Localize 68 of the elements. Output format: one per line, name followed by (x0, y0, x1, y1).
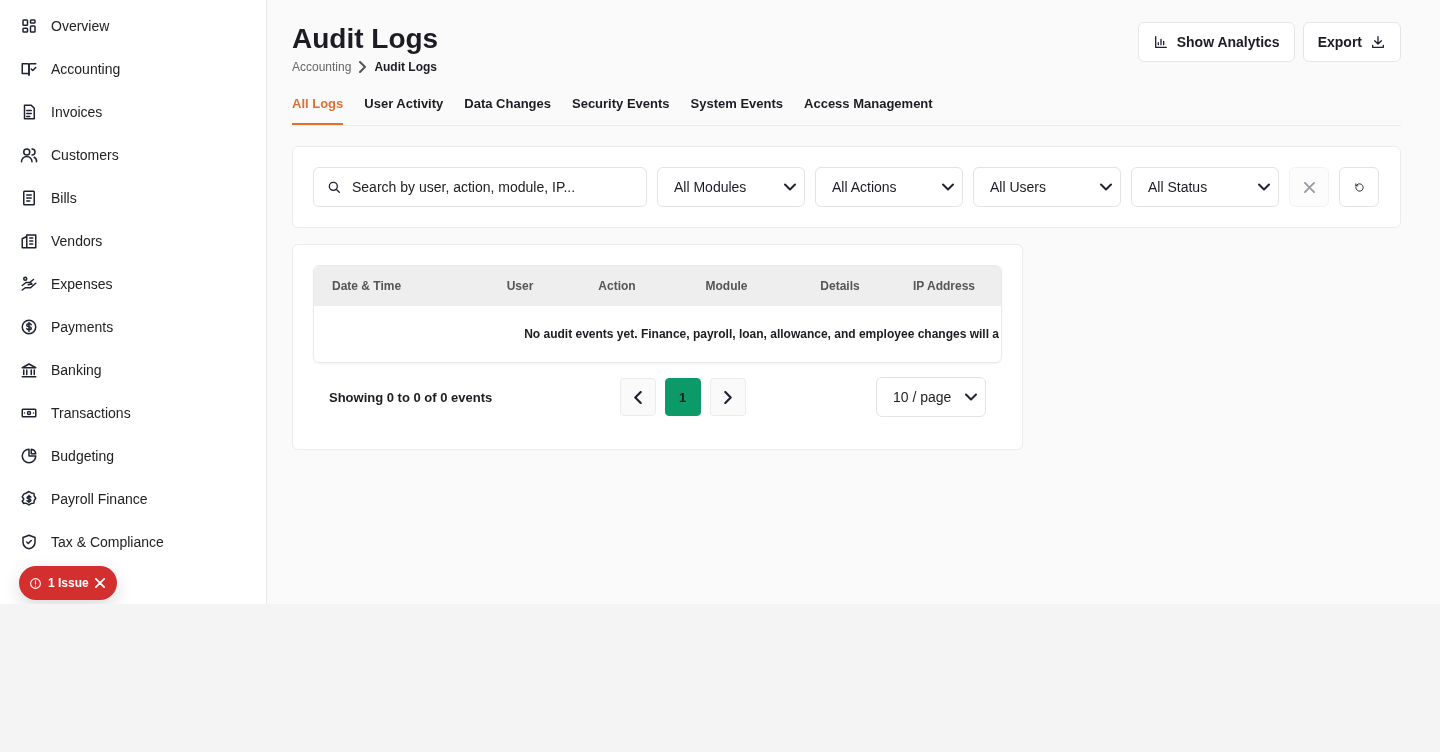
sidebar-item[interactable]: Banking (20, 348, 102, 391)
sidebar-item[interactable]: Overview (20, 4, 110, 47)
download-icon (1370, 34, 1386, 50)
users-icon (20, 145, 38, 164)
filter-dropdown[interactable]: All Modules (657, 167, 805, 207)
filter-dropdown[interactable]: All Users (973, 167, 1121, 207)
shield-check-icon (20, 532, 38, 551)
column-header: Details (819, 279, 861, 293)
export-button[interactable]: Export (1302, 22, 1401, 62)
page-button[interactable]: 1 (664, 378, 701, 416)
filter-dropdown[interactable]: All Actions (815, 167, 963, 207)
sidebar-item[interactable]: Accounting (20, 47, 121, 90)
bar-chart-icon (1152, 34, 1169, 50)
dollar-badge-icon (20, 489, 38, 508)
tab[interactable]: User Activity (364, 96, 444, 125)
chevron-down-icon (942, 183, 954, 191)
chevron-down-icon (1258, 183, 1270, 191)
search-input[interactable]: Search by user, action, module, IP... (350, 178, 634, 196)
sidebar-item[interactable]: Customers (20, 133, 119, 176)
empty-message: No audit events yet. Finance, payroll, loan, allowance, and employee changes will a (524, 327, 999, 341)
next-page-button[interactable] (709, 378, 746, 416)
chevron-down-icon (1100, 183, 1112, 191)
tab[interactable]: Access Management (804, 96, 933, 125)
column-header: Date & Time (331, 279, 403, 293)
pie-chart-icon (20, 446, 38, 465)
sidebar-item[interactable]: Invoices (20, 90, 103, 133)
chevron-right-icon (359, 61, 367, 73)
column-header: Action (597, 279, 637, 293)
receipt-icon (20, 188, 38, 207)
search-field[interactable]: Search by user, action, module, IP... (313, 167, 647, 207)
tab[interactable]: Data Changes (464, 96, 551, 125)
sidebar-item[interactable]: Vendors (20, 219, 103, 262)
page-title: Audit Logs (292, 22, 439, 56)
hand-coin-icon (20, 274, 38, 293)
alert-icon (29, 576, 42, 590)
breadcrumb-item: Audit Logs (374, 60, 438, 74)
column-header: User (505, 279, 535, 293)
close-icon (1303, 181, 1315, 193)
bank-icon (20, 360, 38, 379)
filter-dropdown[interactable]: All Status (1131, 167, 1279, 207)
column-header: Module (704, 279, 749, 293)
analytics-button[interactable]: Show Analytics (1137, 22, 1295, 62)
close-icon (94, 578, 105, 588)
chevron-left-icon (633, 390, 642, 404)
sidebar-item[interactable]: Budgeting (20, 434, 115, 477)
grid-icon (20, 16, 38, 35)
sidebar-item[interactable]: Tax & Compliance (20, 520, 164, 563)
tab[interactable]: System Events (690, 96, 784, 125)
chevron-down-icon (784, 183, 796, 191)
refresh-icon (1353, 181, 1365, 193)
sidebar-item[interactable]: Payments (20, 305, 114, 348)
tab[interactable]: Security Events (572, 96, 670, 125)
breadcrumb-item[interactable]: Accounting (292, 60, 352, 74)
sidebar-item[interactable]: Expenses (20, 262, 113, 305)
issue-badge[interactable]: 1 Issue (19, 566, 117, 600)
column-header: IP Address (912, 279, 976, 293)
chevron-down-icon (965, 393, 977, 401)
issue-label: 1 Issue (48, 576, 89, 590)
search-icon (326, 179, 342, 195)
sidebar-item[interactable]: Payroll Finance (20, 477, 148, 520)
building-icon (20, 231, 38, 250)
dollar-circle-icon (20, 317, 38, 336)
pagination-summary: Showing 0 to 0 of 0 events (329, 389, 494, 405)
chevron-right-icon (723, 390, 732, 404)
sidebar-item[interactable]: Bills (20, 176, 77, 219)
sidebar-item[interactable]: Transactions (20, 391, 131, 434)
page-size-dropdown[interactable]: 10 / page (876, 377, 986, 417)
previous-page-button[interactable] (619, 378, 656, 416)
